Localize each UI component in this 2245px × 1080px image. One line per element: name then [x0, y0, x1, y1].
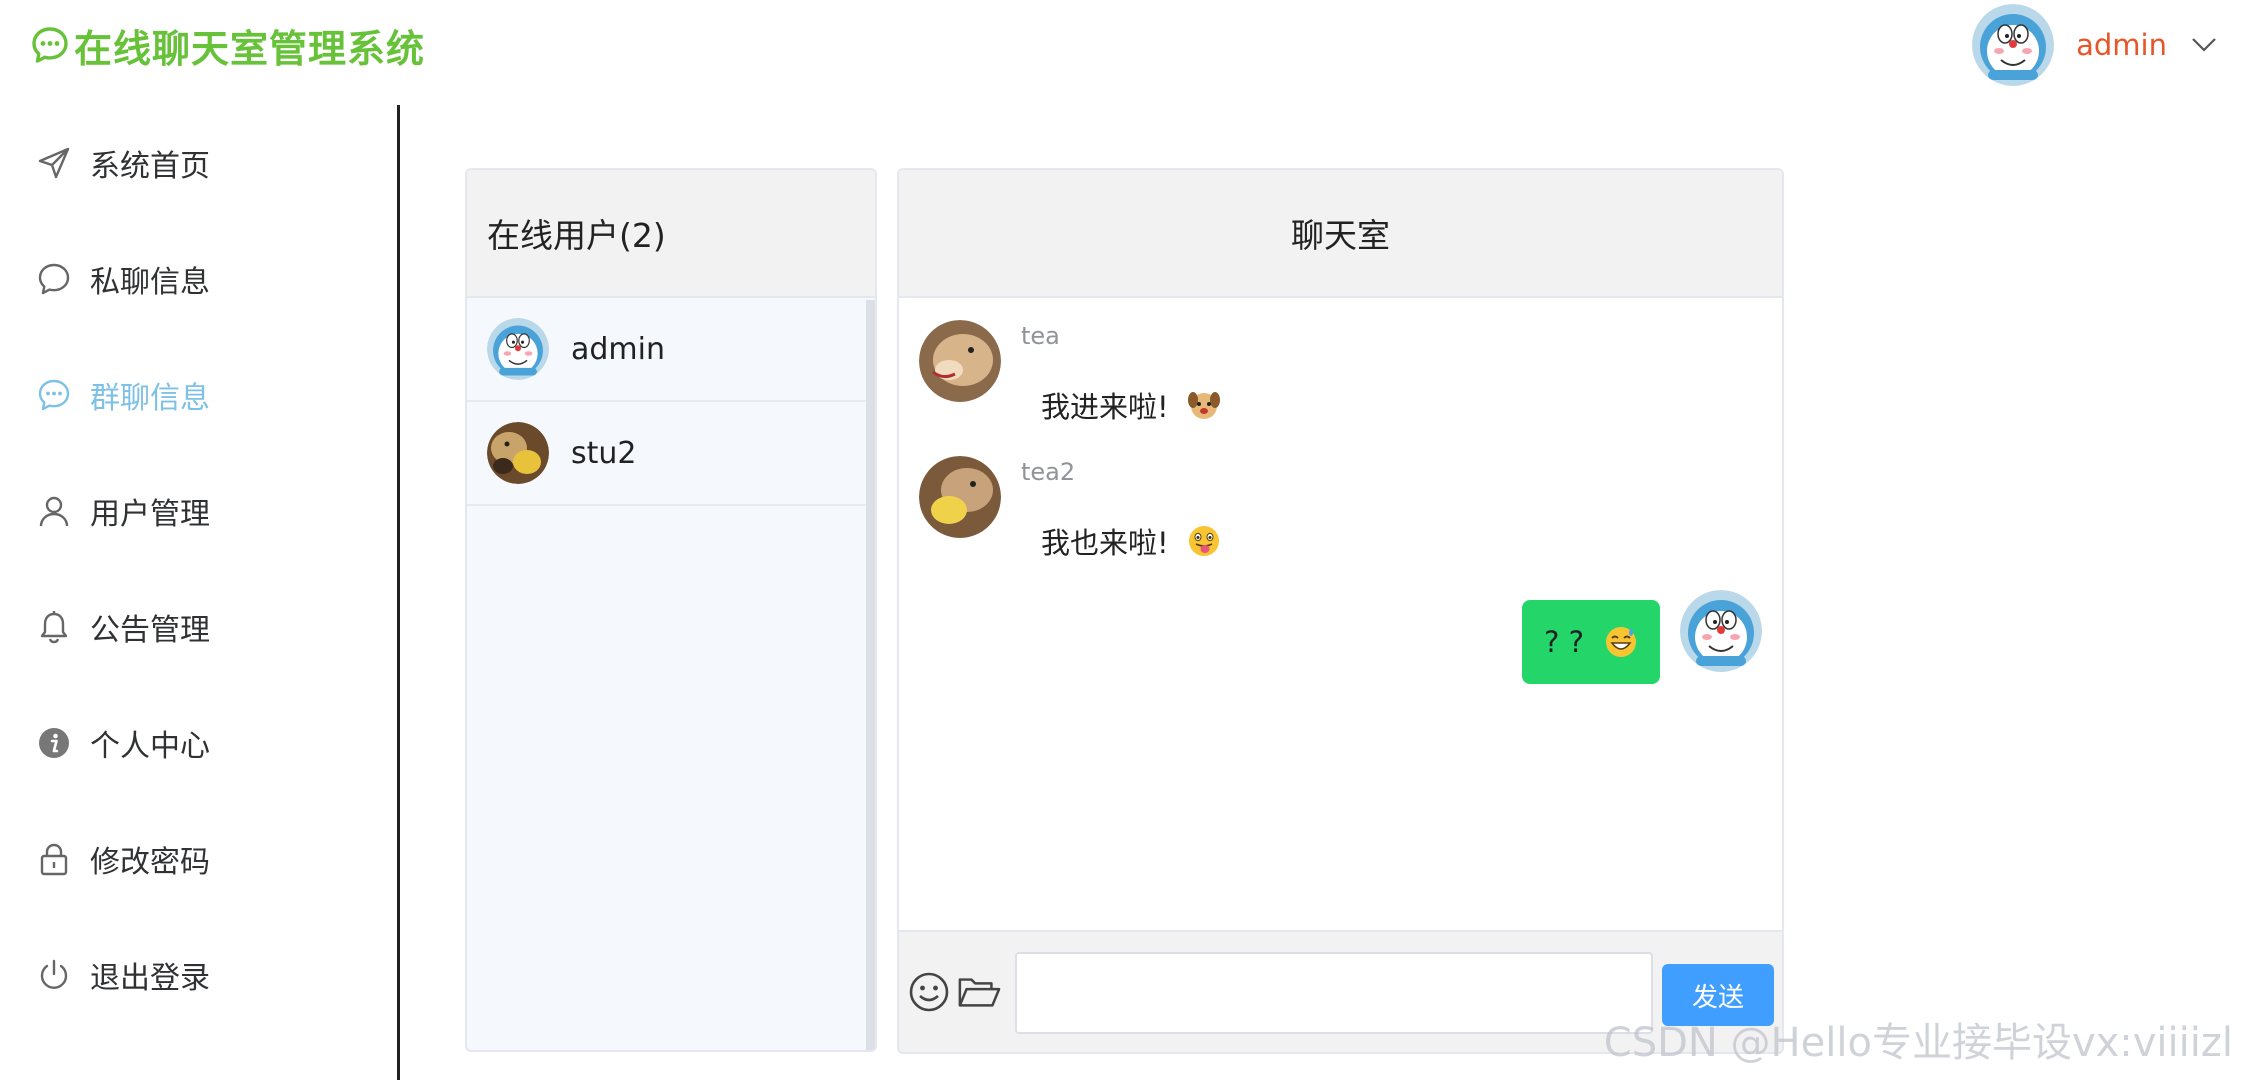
online-users-header: 在线用户(2) [467, 170, 875, 298]
group-chat-icon [36, 377, 72, 413]
online-user-name: stu2 [571, 435, 637, 471]
self-message-bubble: ? ? [1521, 600, 1660, 684]
sidebar-item-home[interactable]: 系统首页 [0, 105, 397, 221]
bell-icon [36, 609, 72, 645]
message-text-content: ? ? [1543, 625, 1584, 659]
message-body: tea 我进来啦! [1021, 320, 1221, 426]
sidebar-item-private-chat[interactable]: 私聊信息 [0, 221, 397, 337]
sidebar-item-user-management[interactable]: 用户管理 [0, 453, 397, 569]
message-sender: tea [1021, 322, 1060, 350]
message-sender: tea2 [1021, 458, 1076, 486]
smiley-icon[interactable] [907, 970, 951, 1014]
message-text-content: 我进来啦! [1041, 390, 1169, 424]
user-menu[interactable]: admin [1972, 4, 2219, 86]
message-list: tea 我进来啦! tea2 我也来啦! ? ? [899, 300, 1782, 930]
sidebar-item-announcements[interactable]: 公告管理 [0, 569, 397, 685]
sidebar-item-label: 系统首页 [90, 149, 210, 184]
sidebar-item-label: 用户管理 [90, 497, 210, 532]
doraemon-avatar [1972, 4, 2055, 86]
online-users-panel: 在线用户(2) admin stu2 [465, 168, 877, 1052]
users-scrollbar[interactable] [866, 300, 875, 1050]
online-user-name: admin [571, 331, 665, 367]
pet-photo-avatar [919, 456, 1001, 538]
message-text: 我进来啦! [1041, 384, 1221, 426]
send-icon [36, 145, 72, 181]
grin-sweat-emoji-icon [1606, 627, 1636, 657]
sidebar-item-change-password[interactable]: 修改密码 [0, 801, 397, 917]
tongue-face-emoji-icon [1188, 526, 1219, 556]
doraemon-avatar [487, 318, 549, 380]
chat-room-title: 聊天室 [1291, 216, 1390, 255]
chevron-down-icon [2189, 30, 2219, 60]
message-body: tea2 我也来啦! [1021, 456, 1221, 562]
online-user-row[interactable]: admin [467, 298, 866, 402]
chat-logo-icon [30, 25, 70, 65]
sidebar-item-label: 修改密码 [90, 845, 210, 880]
message-item: tea 我进来啦! [919, 320, 1221, 426]
message-text: 我也来啦! [1041, 520, 1221, 562]
message-text-content: 我也来啦! [1041, 526, 1169, 560]
app-title: 在线聊天室管理系统 [74, 26, 426, 71]
doraemon-avatar [1680, 590, 1762, 672]
sidebar-item-label: 群聊信息 [90, 381, 210, 416]
top-header: 在线聊天室管理系统 admin [0, 0, 2245, 90]
lock-icon [36, 841, 72, 877]
sidebar-item-logout[interactable]: 退出登录 [0, 917, 397, 1033]
sidebar-item-label: 私聊信息 [90, 265, 210, 300]
current-user-name: admin [2076, 28, 2167, 62]
dog-face-emoji-icon [1187, 392, 1220, 419]
message-item: tea2 我也来啦! [919, 456, 1221, 562]
online-user-row[interactable]: stu2 [467, 402, 866, 506]
folder-open-icon[interactable] [957, 970, 1001, 1014]
watermark-text: CSDN @Hello专业接毕设vx:viiiizl [1603, 1020, 2233, 1066]
chat-room-panel: 聊天室 tea 我进来啦! tea2 我也来啦! ? ? 发送 [897, 168, 1784, 1054]
hamster-photo-avatar [919, 320, 1001, 402]
sidebar-item-label: 退出登录 [90, 961, 210, 996]
sidebar-item-profile[interactable]: 个人中心 [0, 685, 397, 801]
sidebar-menu: 系统首页 私聊信息 群聊信息 用户管理 公告管理 个人中心 修改密码 退出登录 [0, 105, 400, 1080]
info-icon [36, 725, 72, 761]
power-icon [36, 957, 72, 993]
chat-bubble-icon [36, 261, 72, 297]
chat-room-header: 聊天室 [899, 170, 1782, 298]
user-icon [36, 493, 72, 529]
sidebar-item-group-chat[interactable]: 群聊信息 [0, 337, 397, 453]
sidebar-item-label: 公告管理 [90, 613, 210, 648]
brand: 在线聊天室管理系统 [30, 20, 426, 71]
message-input[interactable] [1015, 952, 1653, 1034]
online-users-title: 在线用户(2) [487, 216, 666, 255]
pet-photo-avatar [487, 422, 549, 484]
sidebar-item-label: 个人中心 [90, 729, 210, 764]
